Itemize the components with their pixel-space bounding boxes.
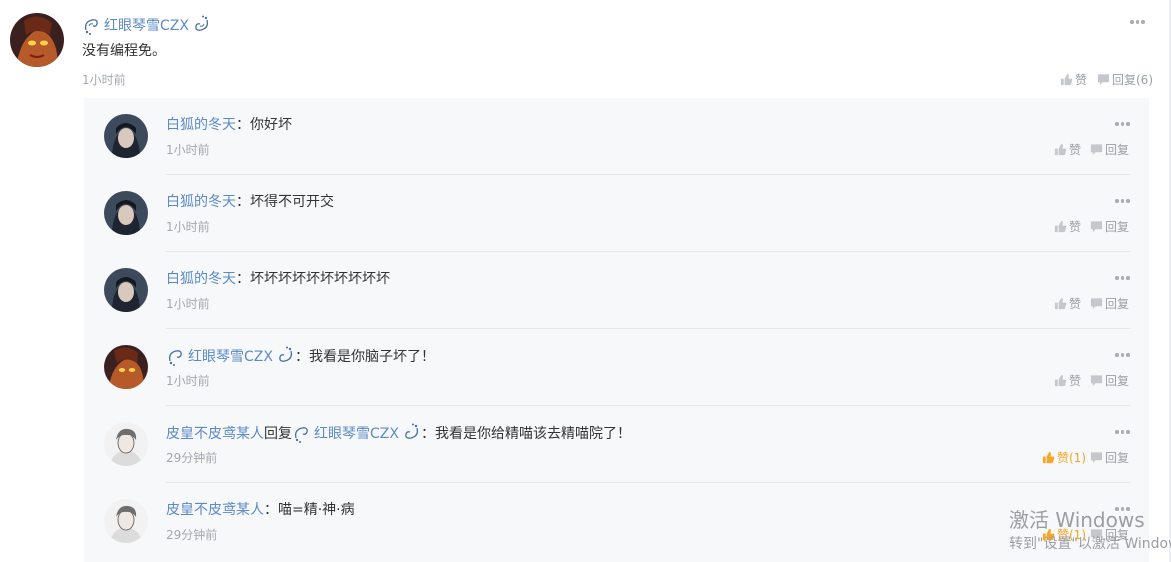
swirl-decoration-icon [189, 14, 211, 36]
more-icon[interactable] [1115, 430, 1131, 434]
reply-button[interactable]: 回复 [1090, 218, 1129, 235]
reply-item: 红眼琴雪CZX ： 我看是你脑子坏了！ 1小时前 赞 回复 [84, 329, 1149, 406]
avatar[interactable] [104, 499, 148, 543]
reply-item: 皮皇不皮鸢某人 ： 喵=精·神·病 29分钟前 赞(1) 回复 [84, 483, 1149, 560]
avatar[interactable] [104, 345, 148, 389]
comment-content: 没有编程免。 [82, 43, 166, 59]
reply-time: 1小时前 [166, 143, 210, 157]
swirl-decoration-icon [399, 422, 421, 444]
avatar[interactable] [104, 191, 148, 235]
thumbs-up-icon [1054, 143, 1067, 156]
reply-time: 1小时前 [166, 374, 210, 388]
thumbs-up-icon [1042, 451, 1055, 464]
more-icon[interactable] [1115, 122, 1131, 126]
separator: ： [236, 194, 250, 210]
separator: ： [264, 502, 278, 518]
reply-word: 回复 [264, 426, 292, 442]
reply-author[interactable]: 白狐的冬天 [166, 268, 236, 288]
reply-button[interactable]: 回复 [1090, 295, 1129, 312]
reply-author[interactable]: 皮皇不皮鸢某人 [166, 423, 264, 443]
reply-content: 你好坏 [250, 117, 292, 133]
separator: ： [420, 426, 435, 442]
more-icon[interactable] [1115, 507, 1131, 511]
reply-button[interactable]: 回复 [1090, 372, 1129, 389]
reply-item: 白狐的冬天 ： 你好坏 1小时前 赞 回复 [84, 98, 1149, 175]
separator: ： [236, 271, 250, 287]
separator: ： [294, 349, 309, 365]
reply-item: 白狐的冬天 ： 坏坏坏坏坏坏坏坏坏坏 1小时前 赞 回复 [84, 252, 1149, 329]
more-icon[interactable] [1115, 276, 1131, 280]
more-icon[interactable] [1115, 199, 1131, 203]
thumbs-up-icon [1042, 528, 1055, 541]
swirl-decoration-icon [166, 345, 188, 367]
swirl-decoration-icon [82, 14, 104, 36]
reply-author[interactable]: 皮皇不皮鸢某人 [166, 499, 264, 519]
reply-list: 白狐的冬天 ： 你好坏 1小时前 赞 回复 白狐的冬天 ： 坏得不可开交 1小时… [84, 98, 1149, 562]
thumbs-up-icon [1054, 297, 1067, 310]
like-button[interactable]: 赞(1) [1042, 449, 1086, 466]
like-button[interactable]: 赞 [1054, 295, 1081, 312]
separator: ： [236, 117, 250, 133]
reply-author[interactable]: 白狐的冬天 [166, 191, 236, 211]
avatar[interactable] [104, 268, 148, 312]
more-icon[interactable] [1130, 20, 1146, 24]
avatar[interactable] [104, 422, 148, 466]
reply-content: 我看是你给精喵该去精喵院了！ [434, 426, 631, 442]
thumbs-up-icon [1060, 73, 1073, 86]
reply-target[interactable]: 红眼琴雪CZX [314, 423, 399, 443]
reply-content: 喵=精·神·病 [278, 502, 355, 518]
reply-item: 皮皇不皮鸢某人 回复 红眼琴雪CZX ： 我看是你给精喵该去精喵院了！ 29分钟… [84, 406, 1149, 483]
reply-button[interactable]: 回复(6) [1097, 71, 1153, 88]
reply-author[interactable]: 白狐的冬天 [166, 114, 236, 134]
comment-icon [1090, 528, 1103, 541]
reply-item: 白狐的冬天 ： 坏得不可开交 1小时前 赞 回复 [84, 175, 1149, 252]
reply-button[interactable]: 回复 [1090, 526, 1129, 543]
reply-author[interactable]: 红眼琴雪CZX [188, 346, 273, 366]
swirl-decoration-icon [292, 422, 314, 444]
comment-author[interactable]: 红眼琴雪CZX [104, 15, 189, 35]
like-button[interactable]: 赞 [1054, 372, 1081, 389]
comment-icon [1090, 220, 1103, 233]
comment-icon [1097, 73, 1110, 86]
reply-content: 我看是你脑子坏了！ [308, 349, 435, 365]
comment-time: 1小时前 [82, 73, 126, 87]
reply-button[interactable]: 回复 [1090, 449, 1129, 466]
comment-icon [1090, 143, 1103, 156]
like-button[interactable]: 赞 [1054, 218, 1081, 235]
reply-time: 29分钟前 [166, 451, 218, 465]
comment-icon [1090, 297, 1103, 310]
reply-time: 1小时前 [166, 297, 210, 311]
swirl-decoration-icon [273, 345, 295, 367]
avatar[interactable] [104, 114, 148, 158]
more-icon[interactable] [1115, 353, 1131, 357]
reply-content: 坏坏坏坏坏坏坏坏坏坏 [250, 271, 390, 287]
reply-content: 坏得不可开交 [250, 194, 334, 210]
reply-time: 1小时前 [166, 220, 210, 234]
reply-button[interactable]: 回复 [1090, 141, 1129, 158]
comment-icon [1090, 451, 1103, 464]
avatar[interactable] [10, 13, 64, 67]
like-button[interactable]: 赞(1) [1042, 526, 1086, 543]
comment-icon [1090, 374, 1103, 387]
thumbs-up-icon [1054, 220, 1067, 233]
like-button[interactable]: 赞 [1060, 71, 1087, 88]
reply-time: 29分钟前 [166, 528, 218, 542]
thumbs-up-icon [1054, 374, 1067, 387]
like-button[interactable]: 赞 [1054, 141, 1081, 158]
